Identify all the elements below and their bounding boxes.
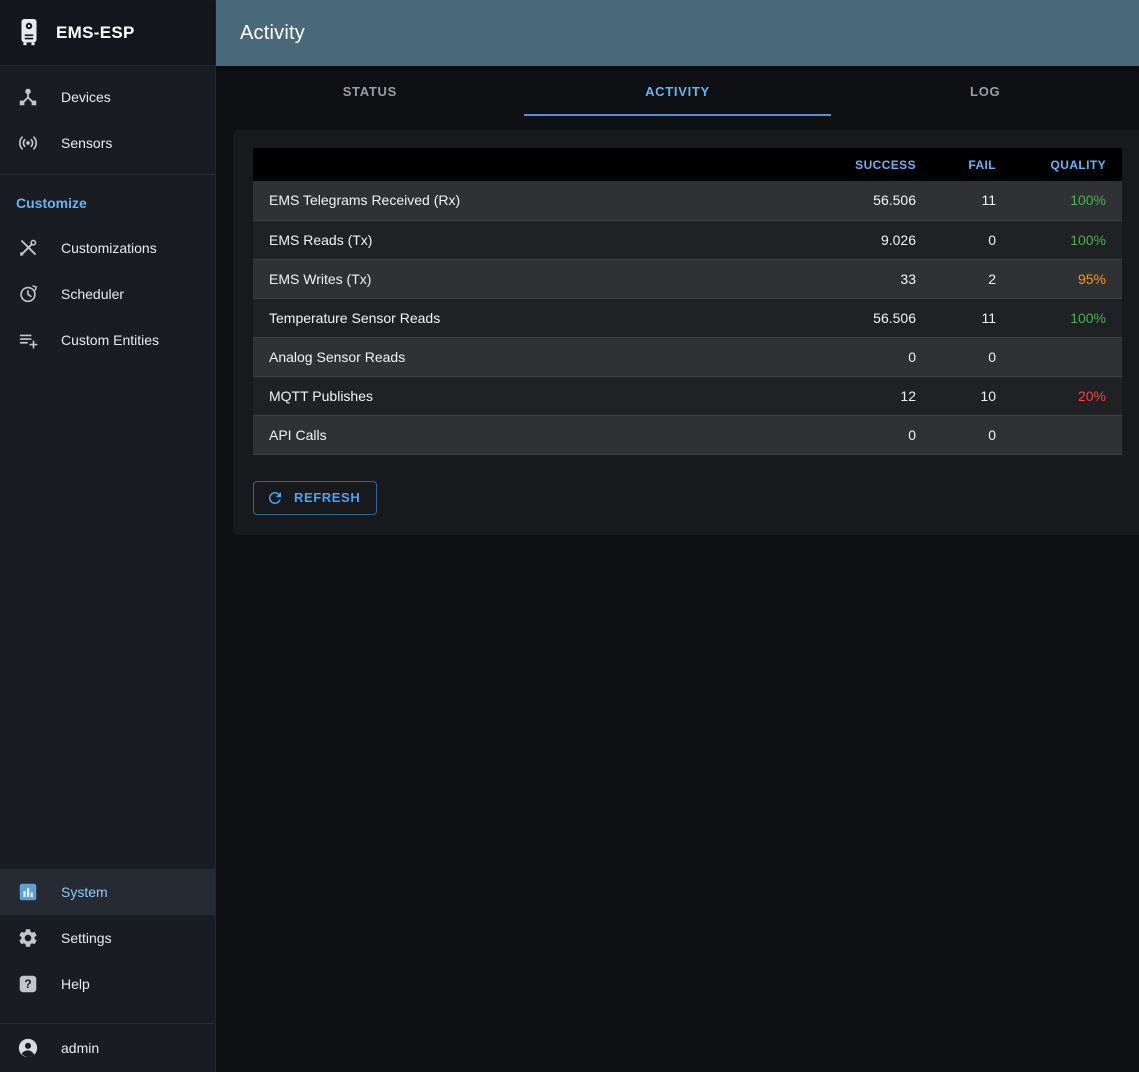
row-label: API Calls (253, 415, 812, 454)
row-success: 12 (812, 376, 932, 415)
row-success: 9.026 (812, 220, 932, 259)
sidebar-item-settings[interactable]: Settings (0, 915, 215, 961)
table-row: Analog Sensor Reads 0 0 (253, 337, 1122, 376)
refresh-button-label: REFRESH (294, 490, 360, 505)
tools-icon (16, 236, 40, 260)
activity-card: SUCCESS FAIL QUALITY EMS Telegrams Recei… (233, 130, 1139, 535)
row-label: EMS Writes (Tx) (253, 259, 812, 298)
sidebar-item-devices[interactable]: Devices (0, 74, 215, 120)
sidebar-item-label: Custom Entities (61, 332, 159, 348)
tab-status[interactable]: STATUS (216, 66, 524, 116)
row-label: Temperature Sensor Reads (253, 298, 812, 337)
table-row: MQTT Publishes 12 10 20% (253, 376, 1122, 415)
sidebar-item-label: Sensors (61, 135, 112, 151)
row-fail: 0 (932, 337, 1012, 376)
sidebar-item-custom-entities[interactable]: Custom Entities (0, 317, 215, 363)
sidebar-item-label: Devices (61, 89, 111, 105)
sidebar: EMS-ESP Devices (0, 0, 216, 1072)
sidebar-spacer (0, 363, 215, 869)
sidebar-nav: Devices Sensors Customize (0, 66, 215, 1072)
sidebar-item-label: System (61, 884, 108, 900)
refresh-icon (266, 489, 284, 507)
gear-icon (16, 926, 40, 950)
clock-icon (16, 282, 40, 306)
header-success: SUCCESS (812, 148, 932, 181)
svg-text:?: ? (24, 977, 31, 991)
row-quality: 20% (1012, 376, 1122, 415)
bar-chart-icon (16, 880, 40, 904)
row-quality: 100% (1012, 181, 1122, 220)
appbar: Activity (216, 0, 1139, 66)
sidebar-item-label: Scheduler (61, 286, 124, 302)
sidebar-item-label: Customizations (61, 240, 157, 256)
ems-esp-logo-icon (14, 16, 44, 50)
sidebar-item-sensors[interactable]: Sensors (0, 120, 215, 166)
row-success: 0 (812, 337, 932, 376)
device-hub-icon (16, 85, 40, 109)
row-fail: 11 (932, 181, 1012, 220)
playlist-add-icon (16, 328, 40, 352)
row-fail: 0 (932, 415, 1012, 454)
tab-bar: STATUS ACTIVITY LOG (216, 66, 1139, 116)
tab-activity[interactable]: ACTIVITY (524, 66, 832, 116)
row-success: 56.506 (812, 181, 932, 220)
sensors-icon (16, 131, 40, 155)
header-fail: FAIL (932, 148, 1012, 181)
row-quality: 100% (1012, 220, 1122, 259)
row-fail: 2 (932, 259, 1012, 298)
activity-table: SUCCESS FAIL QUALITY EMS Telegrams Recei… (253, 148, 1122, 455)
help-icon: ? (16, 972, 40, 996)
row-success: 33 (812, 259, 932, 298)
row-label: EMS Telegrams Received (Rx) (253, 181, 812, 220)
sidebar-item-label: Help (61, 976, 90, 992)
row-quality: 95% (1012, 259, 1122, 298)
row-quality (1012, 415, 1122, 454)
sidebar-item-admin[interactable]: admin (0, 1024, 215, 1072)
refresh-button[interactable]: REFRESH (253, 481, 377, 515)
table-row: API Calls 0 0 (253, 415, 1122, 454)
sidebar-item-label: Settings (61, 930, 112, 946)
sidebar-user-label: admin (61, 1040, 99, 1056)
row-label: MQTT Publishes (253, 376, 812, 415)
table-row: EMS Reads (Tx) 9.026 0 100% (253, 220, 1122, 259)
table-header-row: SUCCESS FAIL QUALITY (253, 148, 1122, 181)
sidebar-divider (0, 174, 215, 175)
sidebar-item-help[interactable]: ? Help (0, 961, 215, 1007)
sidebar-header: EMS-ESP (0, 0, 215, 66)
table-row: EMS Writes (Tx) 33 2 95% (253, 259, 1122, 298)
row-quality (1012, 337, 1122, 376)
row-label: EMS Reads (Tx) (253, 220, 812, 259)
brand-title: EMS-ESP (56, 23, 135, 43)
header-blank (253, 148, 812, 181)
row-fail: 11 (932, 298, 1012, 337)
page-title: Activity (240, 22, 305, 45)
table-row: Temperature Sensor Reads 56.506 11 100% (253, 298, 1122, 337)
row-label: Analog Sensor Reads (253, 337, 812, 376)
row-fail: 0 (932, 220, 1012, 259)
sidebar-item-scheduler[interactable]: Scheduler (0, 271, 215, 317)
table-row: EMS Telegrams Received (Rx) 56.506 11 10… (253, 181, 1122, 220)
header-quality: QUALITY (1012, 148, 1122, 181)
sidebar-section-customize: Customize (0, 183, 215, 225)
row-success: 0 (812, 415, 932, 454)
sidebar-item-customizations[interactable]: Customizations (0, 225, 215, 271)
sidebar-item-system[interactable]: System (0, 869, 215, 915)
main-area: Activity STATUS ACTIVITY LOG SUCCESS (216, 0, 1139, 1072)
row-quality: 100% (1012, 298, 1122, 337)
app-root: EMS-ESP Devices (0, 0, 1139, 1072)
tab-log[interactable]: LOG (831, 66, 1139, 116)
row-fail: 10 (932, 376, 1012, 415)
row-success: 56.506 (812, 298, 932, 337)
account-icon (16, 1036, 40, 1060)
